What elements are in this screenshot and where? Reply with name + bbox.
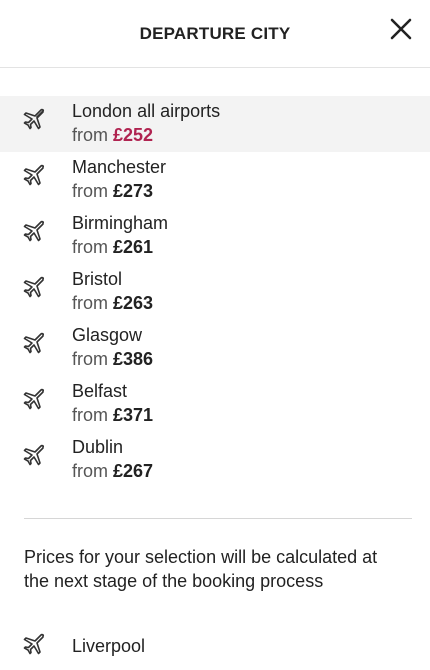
close-button[interactable] <box>386 14 416 44</box>
city-name: London all airports <box>72 101 221 121</box>
city-option-london-all-airports[interactable]: London all airports from £252 <box>0 96 430 152</box>
city-name: Dublin <box>72 437 124 457</box>
from-label: from <box>72 237 108 257</box>
airplane-icon <box>23 444 45 466</box>
city-price: £263 <box>113 293 154 313</box>
airplane-icon <box>23 633 45 655</box>
city-option-liverpool[interactable]: Liverpool <box>0 633 430 670</box>
city-name: Bristol <box>72 269 123 289</box>
city-price: £386 <box>113 349 154 369</box>
from-label: from <box>72 349 108 369</box>
city-name: Liverpool <box>72 636 146 656</box>
from-label: from <box>72 405 108 425</box>
page-title: DEPARTURE CITY <box>139 23 291 43</box>
city-name: Glasgow <box>72 325 143 345</box>
airplane-icon <box>23 332 45 354</box>
departure-city-list: London all airports from £252 Manchester… <box>0 68 430 488</box>
city-price: £267 <box>113 461 154 481</box>
city-option-belfast[interactable]: Belfast from £371 <box>0 376 430 432</box>
from-label: from <box>72 181 108 201</box>
airplane-icon <box>23 164 45 186</box>
city-name: Birmingham <box>72 213 169 233</box>
airplane-icon <box>23 388 45 410</box>
city-name: Belfast <box>72 381 128 401</box>
airplane-icon <box>23 220 45 242</box>
city-price: £261 <box>113 237 154 257</box>
from-label: from <box>72 461 108 481</box>
pricing-note: Prices for your selection will be calcul… <box>24 547 378 591</box>
city-price: £371 <box>113 405 154 425</box>
city-option-birmingham[interactable]: Birmingham from £261 <box>0 208 430 264</box>
section-divider <box>24 518 412 519</box>
from-label: from <box>72 125 108 145</box>
city-price: £252 <box>113 125 154 145</box>
city-option-bristol[interactable]: Bristol from £263 <box>0 264 430 320</box>
city-option-manchester[interactable]: Manchester from £273 <box>0 152 430 208</box>
airplane-icon <box>23 276 45 298</box>
airplane-icon <box>23 108 45 130</box>
city-option-glasgow[interactable]: Glasgow from £386 <box>0 320 430 376</box>
header: DEPARTURE CITY <box>0 0 430 68</box>
city-name: Manchester <box>72 157 167 177</box>
city-price: £273 <box>113 181 154 201</box>
city-option-dublin[interactable]: Dublin from £267 <box>0 432 430 488</box>
from-label: from <box>72 293 108 313</box>
close-icon <box>390 18 412 40</box>
